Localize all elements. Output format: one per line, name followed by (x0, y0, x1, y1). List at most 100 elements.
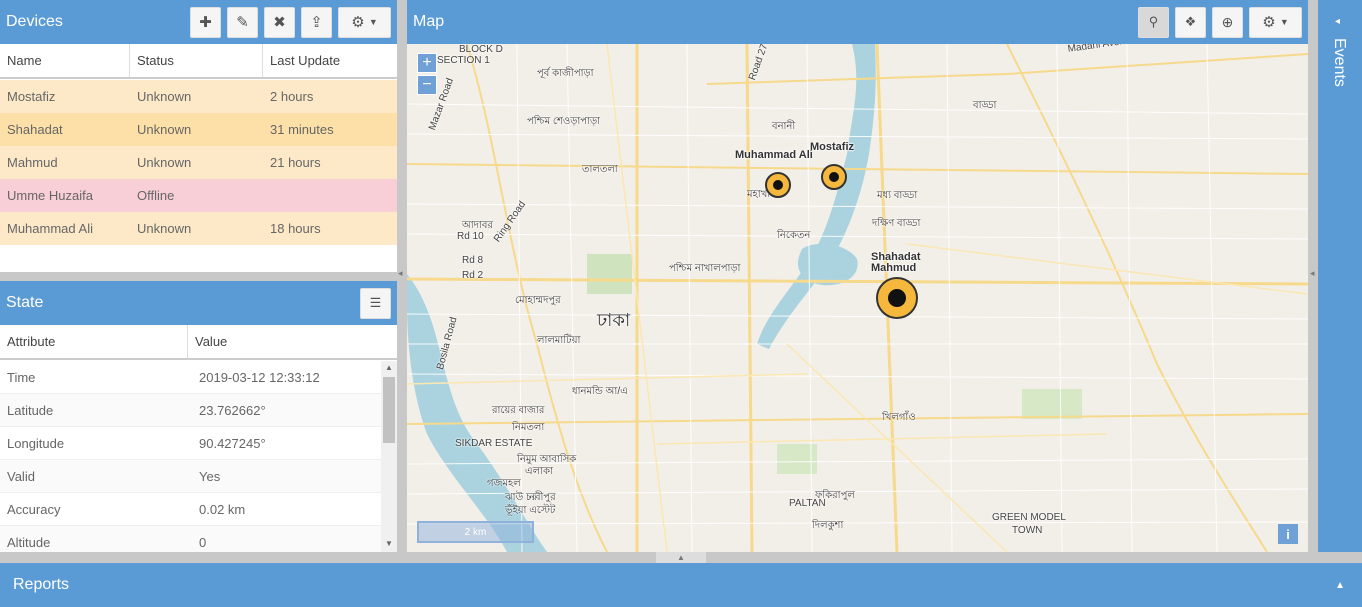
device-name: Umme Huzaifa (7, 188, 93, 203)
scroll-down-icon[interactable]: ▼ (385, 539, 393, 548)
pin-icon: ⚲ (1148, 14, 1159, 29)
devices-grid-header: Name Status Last Update (0, 44, 397, 79)
scale-bar: 2 km (417, 521, 534, 543)
device-status: Unknown (137, 221, 192, 236)
map-place-label: পূর্ব কাজীপাড়া (537, 68, 594, 79)
column-value[interactable]: Value (188, 325, 397, 358)
attribution-info-button[interactable]: i (1278, 524, 1298, 544)
left-splitter-handle[interactable]: ◂ (398, 268, 406, 284)
scroll-thumb[interactable] (383, 377, 395, 443)
device-status: Unknown (137, 155, 192, 170)
column-name[interactable]: Name (0, 44, 130, 77)
zoom-out-button[interactable]: − (417, 75, 437, 95)
reports-panel[interactable]: Reports ▲ (0, 563, 1362, 607)
state-row[interactable]: Latitude 23.762662° (0, 394, 381, 427)
map-place-label: GREEN MODEL (992, 512, 1066, 523)
state-row[interactable]: Altitude 0 (0, 526, 381, 552)
expand-up-icon[interactable]: ▲ (1335, 580, 1345, 591)
map-place-label: মোহাম্মদপুর (515, 295, 561, 306)
minor-street (407, 233, 1308, 240)
devices-title: Devices (6, 13, 63, 30)
state-value: 90.427245° (199, 435, 266, 451)
device-name: Mahmud (7, 155, 58, 170)
device-row[interactable]: Muhammad Ali Unknown 18 hours (0, 212, 397, 245)
map-place-label: ধানমন্ডি আ/এ (572, 386, 628, 397)
state-attribute: Longitude (7, 435, 65, 451)
events-title: Events (1331, 38, 1348, 87)
scroll-up-icon[interactable]: ▲ (385, 363, 393, 372)
zoom-in-button[interactable]: + (417, 53, 437, 73)
device-settings-button[interactable]: ⚙ ▼ (338, 6, 391, 38)
column-last-update[interactable]: Last Update (263, 44, 397, 77)
map-place-label: লালমাটিয়া (537, 335, 581, 346)
marker-dot (829, 172, 839, 182)
map-place-label: দিলকুশা (812, 520, 844, 531)
minor-street (407, 521, 1308, 525)
device-row[interactable]: Umme Huzaifa Offline (0, 179, 397, 212)
minor-street (806, 44, 813, 552)
edit-device-button[interactable]: ✎ (227, 6, 258, 38)
add-device-button[interactable]: ✚ (190, 6, 221, 38)
map-header: Map ⚲ ❖ ⊕ ⚙ ▼ (407, 0, 1308, 44)
expand-left-icon[interactable]: ◂ (1335, 16, 1340, 27)
map-place-label: নিমতলা (512, 422, 545, 433)
map-place-label: এলাকা (525, 466, 553, 477)
device-row[interactable]: Mahmud Unknown 21 hours (0, 146, 397, 179)
major-road (745, 44, 754, 552)
map-place-label: তালতলা (582, 164, 618, 175)
locate-button[interactable]: ⊕ (1212, 6, 1243, 38)
chevron-down-icon: ▼ (1279, 17, 1289, 27)
state-attribute: Altitude (7, 534, 51, 550)
device-last-update: 21 hours (270, 155, 321, 170)
map-place-label: Rd 8 (462, 255, 484, 266)
map-place-label: নিকেতন (777, 230, 811, 241)
map-place-label: SECTION 1 (437, 55, 490, 66)
device-status: Unknown (137, 122, 192, 137)
follow-button[interactable]: ⚲ (1138, 6, 1169, 38)
map-place-label: PALTAN (789, 498, 826, 509)
state-row[interactable]: Longitude 90.427245° (0, 427, 381, 460)
pencil-icon: ✎ (236, 14, 249, 31)
minor-street (946, 44, 953, 552)
state-value: 2019-03-12 12:33:12 (199, 369, 320, 385)
marker-mostafiz[interactable] (821, 164, 847, 190)
devices-header: Devices ✚ ✎ ✖ ⇪ ⚙ ▼ (0, 0, 397, 44)
minor-street (686, 44, 693, 552)
device-row[interactable]: Shahadat Unknown 31 minutes (0, 113, 397, 146)
minor-street (1056, 44, 1063, 552)
state-value: 23.762662° (199, 402, 266, 418)
history-button[interactable]: ❖ (1175, 6, 1206, 38)
device-name: Muhammad Ali (7, 221, 93, 236)
device-last-update: 18 hours (270, 221, 321, 236)
marker-label-mahmud: Mahmud (871, 262, 917, 274)
marker-label-mostafiz: Mostafiz (810, 141, 854, 153)
state-row[interactable]: Time 2019-03-12 12:33:12 (0, 361, 381, 394)
events-panel[interactable]: ◂ Events (1318, 0, 1362, 552)
marker-label-muhammad-ali: Muhammad Ali (735, 149, 813, 161)
state-options-button[interactable]: ☰ (360, 287, 391, 319)
device-last-update: 31 minutes (270, 122, 334, 137)
state-row[interactable]: Accuracy 0.02 km (0, 493, 381, 526)
city-label: ঢাকা (597, 310, 631, 330)
map-canvas[interactable]: BLOCK D SECTION 1 পূর্ব কাজীপাড়া Madani Av… (407, 44, 1308, 552)
marker-muhammad-ali[interactable] (765, 172, 791, 198)
gear-icon: ⚙ (351, 14, 365, 31)
device-name: Mostafiz (7, 89, 56, 104)
state-scrollbar[interactable]: ▲ ▼ (381, 361, 397, 552)
minor-street (407, 203, 1308, 210)
marker-shahadat-selected[interactable] (876, 277, 918, 319)
map-settings-button[interactable]: ⚙ ▼ (1249, 6, 1302, 38)
bottom-splitter-handle[interactable]: ▲ (656, 552, 706, 563)
close-icon: ✖ (273, 14, 286, 31)
send-command-button[interactable]: ⇪ (301, 6, 332, 38)
map-place-label: Rd 10 (457, 231, 484, 242)
marker-dot (773, 180, 783, 190)
chevron-down-icon: ▼ (368, 17, 378, 27)
device-row[interactable]: Mostafiz Unknown 2 hours (0, 80, 397, 113)
right-splitter-handle[interactable]: ◂ (1310, 268, 1318, 284)
column-attribute[interactable]: Attribute (0, 325, 188, 358)
state-row[interactable]: Valid Yes (0, 460, 381, 493)
column-status[interactable]: Status (130, 44, 263, 77)
remove-device-button[interactable]: ✖ (264, 6, 295, 38)
devices-panel: Devices ✚ ✎ ✖ ⇪ ⚙ ▼ Name Status Last Upd… (0, 0, 397, 272)
